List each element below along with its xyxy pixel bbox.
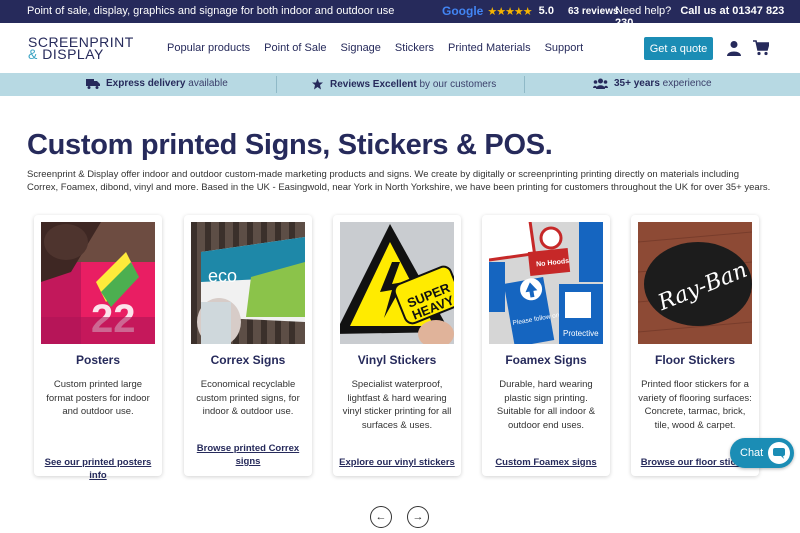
usp-delivery-rest: available: [188, 78, 228, 89]
card-description: Durable, hard wearing plastic sign print…: [496, 379, 596, 431]
nav-item-signage[interactable]: Signage: [341, 42, 381, 54]
logo-amp: &: [28, 46, 38, 62]
usp-reviews: Reviews Excellent by our customers: [311, 78, 496, 90]
account-icon[interactable]: [726, 40, 742, 56]
arrow-left-icon: ←: [375, 511, 387, 523]
card-description: Printed floor stickers for a variety of …: [638, 379, 752, 431]
usp-experience-rest: experience: [662, 78, 712, 89]
google-rating[interactable]: Google ★★★★★ 5.0 63 reviews: [442, 4, 619, 18]
foamex-text-3: Protective: [563, 329, 599, 338]
rating-stars-icon: ★★★★★: [487, 5, 532, 18]
logo-line2-text: DISPLAY: [42, 46, 104, 62]
nav-item-stickers[interactable]: Stickers: [395, 42, 434, 54]
card-title: Vinyl Stickers: [357, 353, 437, 367]
usp-delivery-bold: Express delivery: [106, 78, 186, 89]
nav-item-support[interactable]: Support: [545, 42, 584, 54]
correx-image-text: eco: [208, 266, 237, 286]
nav-links: Popular products Point of Sale Signage S…: [167, 42, 597, 54]
carousel-next-button[interactable]: →: [407, 506, 429, 528]
nav-item-printed-materials[interactable]: Printed Materials: [448, 42, 531, 54]
card-title: Posters: [75, 353, 121, 367]
star-icon: [312, 78, 323, 90]
review-count: 63 reviews: [567, 5, 619, 17]
usp-reviews-bold: Reviews Excellent: [330, 78, 417, 90]
card-description: Specialist waterproof, lightfast & hard …: [342, 379, 452, 431]
nav-item-popular-products[interactable]: Popular products: [167, 42, 250, 54]
arrow-right-icon: →: [412, 511, 424, 523]
people-icon: [593, 78, 608, 89]
product-card-floor[interactable]: Ray-Ban Floor Stickers Printed floor sti…: [631, 215, 759, 476]
page-title: Custom printed Signs, Stickers & POS.: [27, 129, 553, 161]
usp-experience: 35+ years experience: [593, 78, 712, 89]
card-description: Economical recyclable custom printed sig…: [196, 379, 300, 417]
get-quote-button[interactable]: Get a quote: [644, 37, 713, 60]
usp-reviews-rest: by our customers: [419, 78, 497, 90]
cart-icon[interactable]: [753, 40, 769, 56]
card-title: Foamex Signs: [505, 353, 587, 367]
google-logo-text: Google: [442, 4, 484, 18]
product-card-posters[interactable]: 22 Posters Custom printed large format p…: [34, 215, 162, 481]
chat-widget-button[interactable]: Chat: [730, 438, 794, 468]
google-logo: Google: [442, 4, 483, 18]
card-description: Custom printed large format posters for …: [46, 379, 150, 417]
foamex-image: No Hoods Please follow one way system Pr…: [489, 222, 603, 344]
card-title: Floor Stickers: [654, 353, 736, 367]
usp-experience-bold: 35+ years: [614, 78, 660, 89]
card-link[interactable]: Custom Foamex signs: [486, 456, 606, 469]
tagline: Point of sale, display, graphics and sig…: [27, 5, 395, 17]
product-card-foamex[interactable]: No Hoods Please follow one way system Pr…: [482, 215, 610, 476]
truck-icon: [86, 79, 100, 89]
nav-item-point-of-sale[interactable]: Point of Sale: [264, 42, 326, 54]
chat-bubble-icon: [768, 442, 790, 464]
help-label: Need help?: [615, 5, 672, 17]
posters-image: 22: [41, 222, 155, 344]
floor-image: Ray-Ban: [638, 222, 752, 344]
product-card-correx[interactable]: eco Correx Signs Economical recyclable c…: [184, 215, 312, 476]
rating-score: 5.0: [538, 5, 554, 17]
site-logo[interactable]: SCREENPRINT & DISPLAY: [28, 35, 134, 62]
usp-delivery: Express delivery available: [86, 78, 228, 89]
carousel-prev-button[interactable]: ←: [370, 506, 392, 528]
correx-image: eco: [191, 222, 305, 344]
usp-divider: [276, 76, 277, 93]
main-nav: SCREENPRINT & DISPLAY Popular products P…: [0, 23, 800, 73]
card-link[interactable]: Explore our vinyl stickers: [337, 456, 457, 469]
usp-divider: [524, 76, 525, 93]
card-link[interactable]: Browse printed Correx signs: [188, 442, 308, 468]
hero-description: Screenprint & Display offer indoor and o…: [27, 169, 771, 193]
usp-bar: Express delivery available Reviews Excel…: [0, 73, 800, 96]
card-link[interactable]: See our printed posters info: [38, 456, 158, 482]
vinyl-image: SUPER HEAVY: [340, 222, 454, 344]
product-card-vinyl[interactable]: SUPER HEAVY Vinyl Stickers Specialist wa…: [333, 215, 461, 476]
chat-label: Chat: [740, 447, 764, 459]
top-info-bar: Point of sale, display, graphics and sig…: [0, 0, 800, 29]
card-title: Correx Signs: [210, 353, 286, 367]
